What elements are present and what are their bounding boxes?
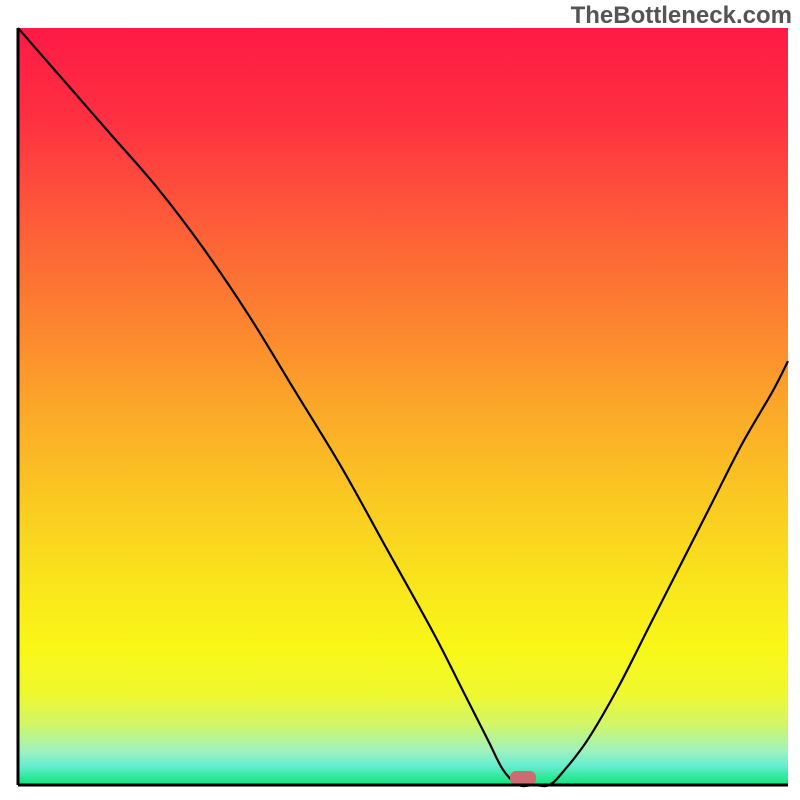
chart-container: TheBottleneck.com xyxy=(0,0,800,800)
optimal-marker xyxy=(510,771,536,785)
watermark-text: TheBottleneck.com xyxy=(571,2,792,30)
plot-background xyxy=(18,28,788,785)
bottleneck-chart xyxy=(0,0,800,800)
